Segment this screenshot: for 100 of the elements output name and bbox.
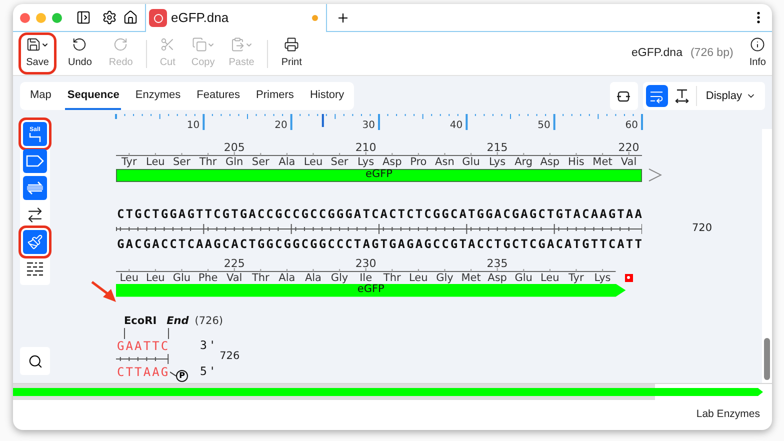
amino-acid: Thr	[199, 156, 217, 168]
save-button[interactable]: Save	[21, 35, 54, 72]
ruler-number: 40	[450, 120, 463, 131]
ruler-number: 60	[625, 120, 638, 131]
list-icon	[26, 262, 44, 276]
amino-acid: Gly	[436, 272, 454, 283]
amino-acid: Tyr	[121, 156, 137, 168]
amino-acid: Ala	[278, 272, 296, 283]
amino-acid: Leu	[120, 272, 139, 283]
home-icon[interactable]	[123, 10, 138, 25]
residue-number: 225	[224, 258, 245, 268]
amino-acid: Arg	[514, 156, 533, 168]
end-position: (726)	[194, 314, 224, 329]
document-name: eGFP.dna	[632, 46, 682, 61]
ruler-number: 10	[186, 120, 200, 131]
bottom-strand: GACGACCTCAAGCACTGGCGGCGGCCCTAGTGAGAGCCGTACCTGCTCGACATGTTCATT	[116, 236, 644, 251]
amino-acid: Leu	[540, 272, 560, 283]
amino-acid: Ser	[330, 156, 348, 168]
amino-acid: Val	[620, 156, 637, 168]
info-button[interactable]: Info	[749, 37, 766, 70]
leader-line	[124, 328, 125, 339]
sidebar-toggle-icon[interactable]	[76, 10, 91, 25]
amino-acid: Lys	[489, 156, 506, 168]
view-tab[interactable]: History	[308, 82, 346, 110]
text-width-icon	[674, 89, 689, 103]
new-tab-button[interactable]	[336, 10, 350, 24]
leader-line	[168, 328, 169, 339]
amino-acid: Ala	[278, 156, 296, 168]
copy-icon	[192, 37, 207, 52]
strand-end-label: 3'	[200, 337, 218, 354]
amino-acid: His	[568, 156, 584, 168]
feature-bar: eGFP	[116, 168, 642, 182]
status-text: Lab Enzymes	[696, 407, 760, 422]
amino-acid: Ala	[304, 272, 322, 283]
ruler-number: 50	[538, 120, 550, 131]
phosphate-label: P	[176, 370, 188, 382]
wrap-text-icon	[649, 88, 664, 104]
amino-acid: Tyr	[568, 272, 584, 283]
undo-icon	[72, 37, 88, 52]
tab-title: eGFP.dna	[171, 9, 229, 28]
amino-acid: Thr	[383, 272, 401, 283]
scrollbar-thumb[interactable]	[764, 338, 770, 380]
amino-acid: Ser	[173, 156, 190, 168]
amino-acid: Phe	[198, 272, 218, 283]
recognition-site-bottom: CTTAAG	[116, 364, 170, 381]
amino-acid: Leu	[146, 272, 165, 283]
view-tab[interactable]: Map	[28, 82, 54, 110]
position-number: 726	[220, 349, 240, 364]
amino-acid: Pro	[410, 156, 427, 168]
search-icon	[28, 354, 42, 368]
info-icon	[750, 37, 766, 52]
view-tab[interactable]: Enzymes	[133, 82, 183, 110]
amino-acid: Thr	[252, 272, 270, 283]
view-tab[interactable]: Primers	[254, 82, 296, 110]
amino-acid: Glu	[514, 272, 532, 283]
view-tab[interactable]: Sequence	[65, 82, 122, 110]
amino-acid: Asn	[435, 156, 454, 168]
amino-acid: Leu	[409, 272, 428, 283]
amino-acid: Ile	[360, 272, 372, 283]
caret-icon	[206, 40, 215, 48]
amino-acid: Ser	[252, 156, 270, 168]
view-tab[interactable]: Features	[194, 82, 242, 110]
residue-number: 230	[355, 258, 376, 268]
sequence-length: (726 bp)	[690, 46, 734, 61]
strands-icon	[26, 206, 44, 224]
feature-arrow-icon	[26, 155, 44, 167]
scissors-icon	[160, 37, 176, 52]
wrap-button[interactable]	[646, 85, 668, 107]
collapse-icon	[617, 90, 630, 102]
amino-acid: Leu	[304, 156, 323, 168]
settings-icon[interactable]	[102, 10, 117, 25]
amino-acid: Leu	[146, 156, 165, 168]
annotation-arrow-drawing	[91, 281, 117, 303]
save-icon	[26, 37, 41, 52]
amino-acid: Met	[461, 272, 481, 283]
position-number: 720	[692, 221, 712, 236]
amino-acid: Gln	[225, 156, 244, 168]
amino-acid: Asp	[488, 272, 507, 283]
printer-icon	[284, 37, 300, 52]
search-button[interactable]	[20, 347, 50, 375]
end-label: End	[166, 314, 189, 329]
amino-acid: Val	[226, 272, 242, 283]
ruler-number: 20	[274, 120, 288, 131]
strand-ruler	[116, 354, 169, 364]
residue-number: 220	[618, 142, 640, 152]
document-tab[interactable]: eGFP.dna	[145, 4, 327, 32]
amino-acid: Lys	[594, 272, 611, 283]
file-icon	[149, 9, 167, 27]
close-window-button[interactable]	[20, 12, 30, 22]
residue-number: 215	[486, 142, 508, 152]
amino-acid: Lys	[358, 156, 374, 168]
amino-acid: Gly	[330, 272, 348, 283]
strand-end-label: 5'	[200, 363, 218, 380]
redo-icon	[113, 37, 128, 52]
residue-number: 205	[224, 142, 245, 152]
caret-icon	[245, 40, 254, 48]
undo-button[interactable]: Undo	[63, 35, 97, 72]
printer-button[interactable]: Print	[276, 35, 307, 72]
enzyme-name: EcoRI	[124, 314, 157, 329]
phosphate-line	[170, 371, 176, 378]
